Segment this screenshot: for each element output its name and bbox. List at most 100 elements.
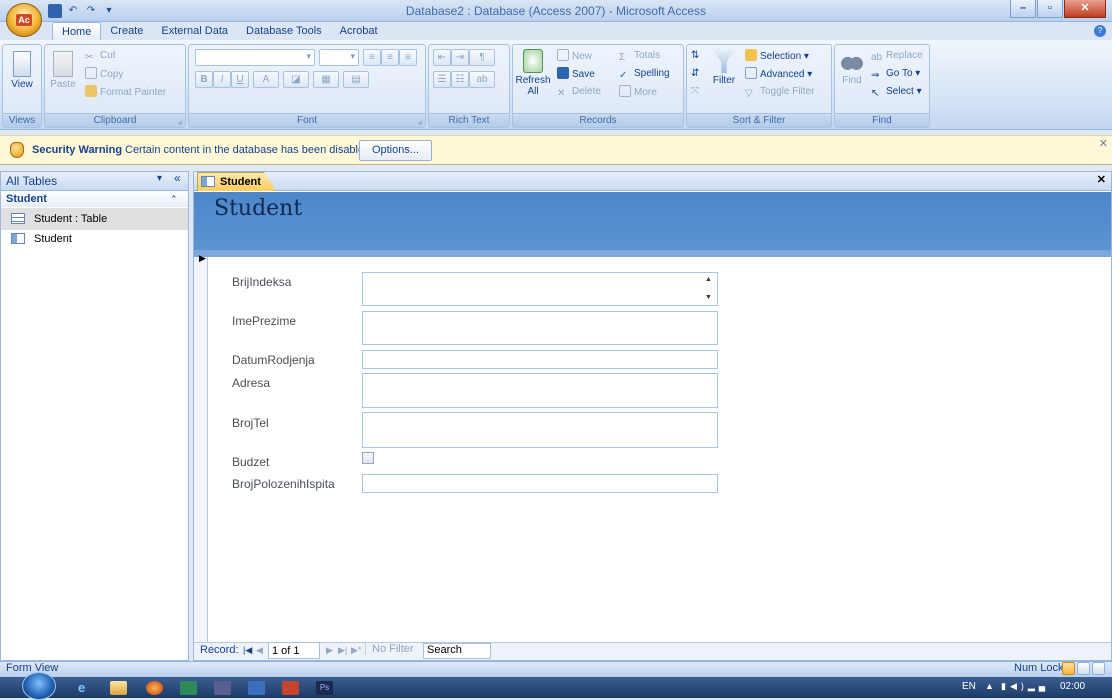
save-icon[interactable] <box>48 4 62 18</box>
tab-home[interactable]: Home <box>52 22 102 40</box>
imeprezime-input[interactable] <box>362 311 718 345</box>
advanced-button[interactable]: Advanced ▾ <box>745 67 812 81</box>
cut-button[interactable]: ✂ Cut <box>85 49 116 63</box>
new-record-icon[interactable]: ▶* <box>351 645 361 656</box>
brojpolozenihispita-input[interactable] <box>362 474 718 493</box>
decrease-indent-icon[interactable]: ⇤ <box>433 49 451 66</box>
tab-external-data[interactable]: External Data <box>152 22 237 40</box>
adresa-input[interactable] <box>362 373 718 408</box>
record-position-input[interactable]: 1 of 1 <box>268 642 320 659</box>
save-record-button[interactable]: Save <box>557 67 595 81</box>
layout-view-icon[interactable] <box>1077 662 1090 675</box>
tab-acrobat[interactable]: Acrobat <box>331 22 387 40</box>
goto-button[interactable]: ⇒ Go To ▾ <box>871 67 920 81</box>
select-button[interactable]: ↖ Select ▾ <box>871 85 922 99</box>
brijindeksa-input[interactable] <box>362 272 718 306</box>
tab-database-tools[interactable]: Database Tools <box>237 22 331 40</box>
clipboard-launcher-icon[interactable]: ⌟ <box>178 116 182 125</box>
find-button[interactable]: Find <box>837 49 867 86</box>
highlight-icon[interactable]: ab <box>469 71 495 88</box>
close-icon[interactable]: ✕ <box>1099 137 1108 150</box>
form-view-icon[interactable] <box>1062 662 1075 675</box>
filter-status[interactable]: No Filter <box>365 643 414 655</box>
replace-button[interactable]: ab Replace <box>871 49 923 63</box>
align-right-icon[interactable]: ≡ <box>399 49 417 66</box>
new-record-button[interactable]: New <box>557 49 592 63</box>
paste-button[interactable]: Paste <box>47 51 79 90</box>
record-selector[interactable] <box>194 257 208 647</box>
first-record-icon[interactable]: |◀ <box>243 645 252 656</box>
more-button[interactable]: More <box>619 85 657 99</box>
align-left-icon[interactable]: ≡ <box>363 49 381 66</box>
undo-icon[interactable]: ↶ <box>66 4 80 18</box>
fill-color-icon[interactable]: ◪ <box>283 71 309 88</box>
app-icon[interactable] <box>214 681 231 695</box>
start-button[interactable] <box>22 672 56 700</box>
font-size-combo[interactable] <box>319 49 359 66</box>
next-record-icon[interactable]: ▶ <box>326 645 333 656</box>
minimize-button[interactable]: – <box>1010 0 1036 18</box>
increase-indent-icon[interactable]: ⇥ <box>451 49 469 66</box>
paragraph-direction-icon[interactable]: ¶ <box>469 49 495 66</box>
bullets-icon[interactable]: ☷ <box>451 71 469 88</box>
nav-item-student-form[interactable]: Student <box>1 228 188 250</box>
last-record-icon[interactable]: ▶| <box>338 645 347 656</box>
show-hidden-icons-icon[interactable]: ▲ <box>985 681 994 691</box>
clear-sort-icon[interactable]: ⤧ <box>691 85 699 99</box>
font-launcher-icon[interactable]: ⌟ <box>418 116 422 125</box>
scroll-up-icon[interactable]: ▲ <box>705 276 712 283</box>
numbering-icon[interactable]: ☰ <box>433 71 451 88</box>
font-color-icon[interactable]: A <box>253 71 279 88</box>
refresh-button[interactable]: Refresh All <box>515 49 551 97</box>
previous-record-icon[interactable]: ◀ <box>256 645 263 656</box>
maximize-button[interactable]: ▫ <box>1037 0 1063 18</box>
nav-item-student-table[interactable]: Student : Table <box>1 208 188 230</box>
redo-icon[interactable]: ↷ <box>84 4 98 18</box>
help-icon[interactable]: ? <box>1094 25 1106 37</box>
dropdown-icon[interactable]: ▾ <box>157 173 162 184</box>
scroll-down-icon[interactable]: ▼ <box>705 294 712 301</box>
close-icon[interactable]: ✕ <box>1097 173 1106 186</box>
nav-group-header[interactable]: Student <box>1 192 188 207</box>
italic-button[interactable]: I <box>213 71 231 88</box>
collapse-icon[interactable]: « <box>174 171 181 185</box>
copy-button[interactable]: Copy <box>85 67 123 81</box>
datumrodjenja-input[interactable] <box>362 350 718 369</box>
ie-icon[interactable]: e <box>78 681 95 695</box>
bold-button[interactable]: B <box>195 71 213 88</box>
alt-fill-icon[interactable]: ▤ <box>343 71 369 88</box>
delete-record-button[interactable]: ✕ Delete <box>557 85 601 99</box>
customize-icon[interactable]: ▾ <box>102 4 116 18</box>
totals-button[interactable]: Σ Totals <box>619 49 660 63</box>
gridlines-icon[interactable]: ▦ <box>313 71 339 88</box>
toggle-filter-button[interactable]: ▽ Toggle Filter <box>745 85 814 99</box>
design-view-icon[interactable] <box>1092 662 1105 675</box>
explorer-icon[interactable] <box>110 681 127 695</box>
brojtel-input[interactable] <box>362 412 718 448</box>
align-center-icon[interactable]: ≡ <box>381 49 399 66</box>
search-input[interactable]: Search <box>423 643 491 659</box>
clock[interactable]: 02:00 <box>1060 681 1085 692</box>
filter-button[interactable]: Filter <box>709 49 739 86</box>
excel-icon[interactable] <box>180 681 197 695</box>
view-button[interactable]: View <box>7 51 37 90</box>
word-icon[interactable] <box>248 681 265 695</box>
acrobat-icon[interactable] <box>282 681 299 695</box>
sort-ascending-icon[interactable]: ⇅ <box>691 49 699 63</box>
tray-icons[interactable]: ▮◀)▂▄ <box>1001 681 1049 692</box>
photoshop-icon[interactable]: Ps <box>316 681 333 695</box>
language-indicator[interactable]: EN <box>962 681 976 692</box>
close-button[interactable]: ✕ <box>1064 0 1106 18</box>
chevron-up-icon[interactable]: ⌃ <box>170 194 178 205</box>
office-button[interactable]: Ac <box>6 3 42 37</box>
options-button[interactable]: Options... <box>359 140 432 161</box>
spelling-button[interactable]: ✓ Spelling <box>619 67 670 81</box>
firefox-icon[interactable] <box>146 681 163 695</box>
sort-descending-icon[interactable]: ⇵ <box>691 67 699 81</box>
underline-button[interactable]: U <box>231 71 249 88</box>
font-name-combo[interactable] <box>195 49 315 66</box>
format-painter-button[interactable]: Format Painter <box>85 85 166 99</box>
selection-button[interactable]: Selection ▾ <box>745 49 809 63</box>
tab-create[interactable]: Create <box>101 22 152 40</box>
budzet-checkbox[interactable] <box>362 452 374 464</box>
